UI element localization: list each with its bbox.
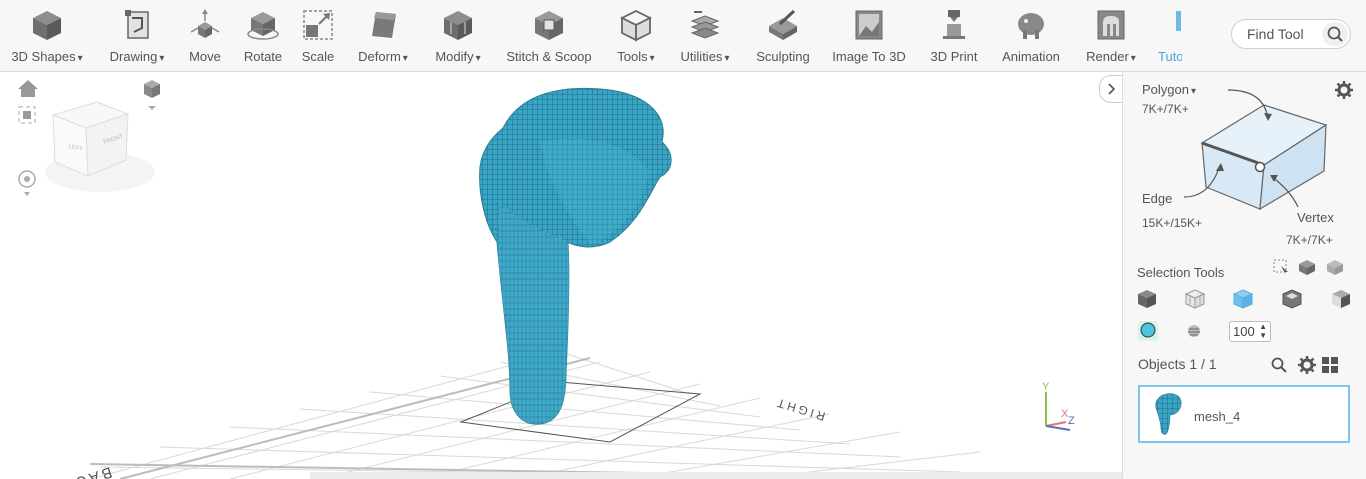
animation-icon — [1018, 13, 1044, 39]
brush-color-swatch[interactable] — [1138, 321, 1158, 341]
axis-y-label: Y — [1042, 381, 1050, 393]
select-object-icon[interactable] — [1136, 288, 1158, 310]
vertex-mode-label[interactable]: Vertex — [1297, 210, 1334, 225]
select-wireframe-icon[interactable] — [1184, 288, 1206, 310]
backface-select-icon[interactable] — [1299, 260, 1315, 275]
tool-label: Drawing — [110, 49, 165, 64]
tool-label: 3D Shapes — [11, 49, 82, 64]
object-name: mesh_4 — [1194, 409, 1241, 424]
tool-label: Move — [189, 49, 221, 64]
image-to-3d-icon — [855, 10, 883, 40]
objects-count-label: Objects 1 / 1 — [1138, 356, 1217, 372]
vertex-count: 7K+/7K+ — [1286, 233, 1333, 247]
tool-image-to-3d[interactable]: Image To 3D — [828, 0, 910, 72]
selection-tools-heading: Selection Tools — [1137, 265, 1225, 280]
render-icon — [1097, 10, 1125, 40]
tool-move[interactable]: Move — [184, 0, 226, 72]
grid-view-icon[interactable] — [1321, 356, 1339, 374]
tool-stitch-scoop[interactable]: Stitch & Scoop — [502, 0, 596, 72]
tool-label: Sculpting — [756, 49, 810, 64]
navigate-button[interactable] — [18, 170, 36, 196]
tool-label: Tuto — [1158, 49, 1182, 64]
edge-count: 15K+/15K+ — [1142, 216, 1203, 230]
utilities-icon — [690, 11, 720, 39]
tool-tutorial[interactable]: Tuto — [1158, 0, 1182, 72]
select-faces-icon[interactable] — [1232, 288, 1254, 310]
select-half-icon[interactable] — [1330, 288, 1352, 310]
viewport-status-strip — [310, 472, 1122, 479]
view-cube[interactable]: LEFT FRONT — [45, 101, 155, 192]
tool-label: Modify — [435, 49, 480, 64]
tool-animation[interactable]: Animation — [996, 0, 1066, 72]
rotate-icon — [247, 12, 279, 40]
edge-mode-label[interactable]: Edge — [1142, 191, 1172, 206]
fit-view-button[interactable] — [18, 106, 36, 124]
move-icon — [190, 9, 220, 38]
tool-tools[interactable]: Tools — [612, 0, 660, 72]
main-toolbar: 3D Shapes Drawing Move Rotate — [0, 0, 1366, 72]
tool-label: Render — [1086, 49, 1136, 64]
stitch-scoop-icon — [535, 11, 563, 40]
selection-mode-diagram[interactable] — [1180, 85, 1340, 215]
tool-modify[interactable]: Modify — [428, 0, 488, 72]
grid-footprint — [459, 381, 702, 443]
search-icon — [1327, 26, 1343, 42]
tool-label: Tools — [617, 49, 654, 64]
tool-utilities[interactable]: Utilities — [674, 0, 736, 72]
brush-falloff-icon[interactable] — [1186, 323, 1202, 339]
3d-viewport[interactable]: BACK RIGHT — [0, 72, 1122, 479]
tool-label: Scale — [301, 49, 335, 64]
tool-label: Deform — [358, 49, 408, 64]
axis-z-label: Z — [1068, 415, 1075, 427]
tool-3d-shapes[interactable]: 3D Shapes — [6, 0, 88, 72]
tool-scale[interactable]: Scale — [298, 0, 338, 72]
object-search-icon[interactable] — [1270, 356, 1288, 374]
tool-rotate[interactable]: Rotate — [240, 0, 286, 72]
grid-label-right: RIGHT — [773, 395, 827, 424]
tool-label: Animation — [1002, 49, 1060, 64]
search-button[interactable] — [1322, 22, 1348, 46]
tools-icon — [619, 9, 653, 42]
home-view-button[interactable] — [18, 80, 38, 97]
color-circle-icon — [1140, 322, 1156, 338]
grid-label-back: BACK — [58, 463, 114, 479]
collapse-panel-button[interactable] — [1099, 75, 1123, 103]
object-settings-gear-icon[interactable] — [1297, 355, 1317, 375]
selection-filter-icons — [1273, 259, 1343, 275]
select-surface-icon[interactable] — [1281, 288, 1303, 310]
deform-icon — [372, 12, 396, 38]
sculpting-icon — [769, 9, 797, 40]
scene-canvas[interactable]: BACK RIGHT — [0, 72, 1122, 479]
tool-sculpting[interactable]: Sculpting — [750, 0, 816, 72]
object-list-item[interactable]: mesh_4 — [1138, 385, 1350, 443]
tool-label: Stitch & Scoop — [506, 49, 592, 64]
projection-button[interactable] — [144, 80, 160, 110]
tool-label: Utilities — [681, 49, 730, 64]
stepper-arrows-icon[interactable]: ▲ ▼ — [1259, 322, 1267, 340]
tool-label: Image To 3D — [832, 49, 906, 64]
tool-label: Rotate — [243, 49, 283, 64]
brush-size-stepper[interactable]: 100 ▲ ▼ — [1229, 321, 1271, 342]
tool-drawing[interactable]: Drawing — [104, 0, 170, 72]
mesh-thumbnail — [1155, 393, 1182, 435]
tool-deform[interactable]: Deform — [352, 0, 414, 72]
modify-icon — [444, 11, 472, 40]
home-icon — [18, 80, 38, 97]
drawing-icon — [125, 10, 149, 39]
find-tool-label: Find Tool — [1247, 26, 1304, 42]
box-select-icon[interactable] — [1273, 259, 1288, 275]
tool-label: 3D Print — [930, 49, 978, 64]
axis-gizmo: Y X Z — [1042, 381, 1075, 431]
tool-render[interactable]: Render — [1080, 0, 1142, 72]
chevron-right-icon — [1108, 83, 1116, 95]
tutorial-icon — [1176, 11, 1181, 31]
brush-size-value: 100 — [1233, 324, 1255, 339]
xray-select-icon[interactable] — [1327, 260, 1343, 275]
app-window: 3D Shapes Drawing Move Rotate — [0, 0, 1366, 479]
tool-3d-print[interactable]: 3D Print — [924, 0, 984, 72]
scale-icon — [303, 10, 333, 40]
find-tool-search[interactable]: Find Tool — [1231, 19, 1351, 49]
cube-icon — [33, 11, 61, 40]
3d-print-icon — [943, 10, 965, 39]
